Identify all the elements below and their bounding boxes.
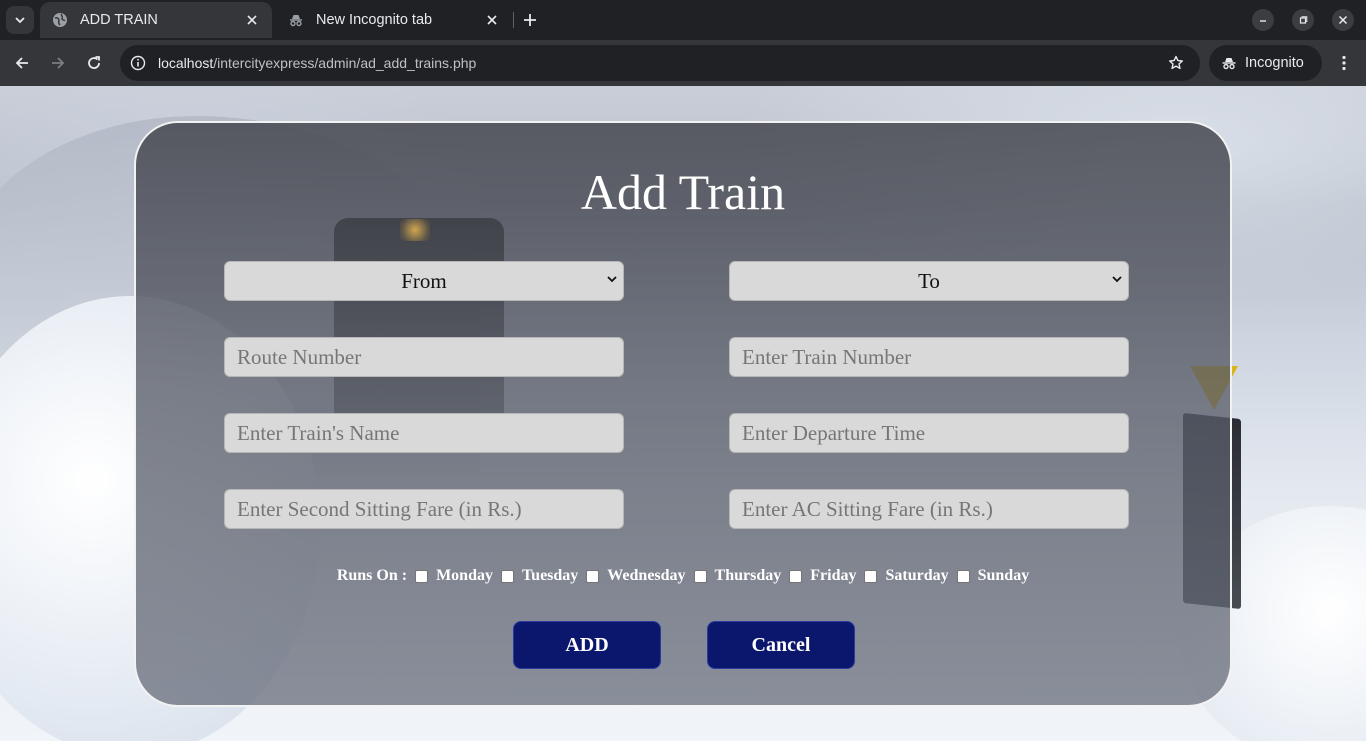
chevron-down-icon: [15, 17, 25, 24]
tab-separator: [513, 12, 514, 28]
browser-toolbar: localhost/intercityexpress/admin/ad_add_…: [0, 40, 1366, 86]
close-window-button[interactable]: [1332, 9, 1354, 31]
url-text: localhost/intercityexpress/admin/ad_add_…: [158, 55, 1158, 71]
second-sitting-fare-input[interactable]: Enter Second Sitting Fare (in Rs.): [224, 489, 624, 529]
to-station-select[interactable]: To: [729, 261, 1129, 301]
new-tab-button[interactable]: [518, 8, 542, 32]
day-option-sunday[interactable]: Sunday: [956, 567, 1030, 585]
profile-label: Incognito: [1245, 55, 1304, 71]
runs-on-group: Runs On : Monday Tuesday Wednesday Thurs…: [136, 567, 1230, 585]
day-label: Tuesday: [521, 567, 579, 584]
tab-title: ADD TRAIN: [80, 12, 158, 28]
tab-title: New Incognito tab: [316, 12, 433, 28]
saturday-checkbox[interactable]: [864, 569, 878, 583]
to-select-value: To: [918, 268, 940, 293]
wednesday-checkbox[interactable]: [586, 569, 600, 583]
incognito-icon: [288, 12, 304, 28]
plus-icon: [524, 14, 536, 26]
close-icon: [1338, 15, 1348, 25]
tab-search-button[interactable]: [6, 6, 34, 34]
day-option-monday[interactable]: Monday: [415, 567, 493, 585]
close-tab-icon[interactable]: [242, 10, 262, 30]
url-host: localhost: [158, 55, 214, 71]
address-bar[interactable]: localhost/intercityexpress/admin/ad_add_…: [120, 45, 1200, 81]
restore-icon: [1299, 16, 1308, 24]
add-train-form: Add Train From To Route Number Enter Tra…: [134, 121, 1232, 707]
chevron-down-icon: [1111, 273, 1123, 285]
from-station-select[interactable]: From: [224, 261, 624, 301]
url-path: /intercityexpress/admin/ad_add_trains.ph…: [213, 55, 477, 71]
incognito-icon: [1221, 55, 1237, 71]
day-option-saturday[interactable]: Saturday: [864, 567, 949, 585]
day-option-friday[interactable]: Friday: [789, 567, 856, 585]
monday-checkbox[interactable]: [415, 569, 429, 583]
forward-button[interactable]: [46, 51, 70, 75]
browser-menu-button[interactable]: [1332, 51, 1356, 75]
back-button[interactable]: [10, 51, 34, 75]
sunday-checkbox[interactable]: [956, 569, 970, 583]
arrow-left-icon: [15, 57, 28, 69]
close-tab-icon[interactable]: [482, 10, 502, 30]
cancel-button[interactable]: Cancel: [707, 621, 855, 669]
departure-time-input[interactable]: Enter Departure Time: [729, 413, 1129, 453]
minimize-icon: [1260, 20, 1266, 22]
thursday-checkbox[interactable]: [693, 569, 707, 583]
day-option-tuesday[interactable]: Tuesday: [500, 567, 579, 585]
train-name-input[interactable]: Enter Train's Name: [224, 413, 624, 453]
tab-strip: ADD TRAIN New Incognito tab: [0, 0, 1366, 40]
day-label: Thursday: [714, 567, 782, 584]
reload-button[interactable]: [82, 51, 106, 75]
friday-checkbox[interactable]: [789, 569, 803, 583]
globe-icon: [52, 12, 68, 28]
day-label: Saturday: [885, 567, 949, 584]
day-label: Monday: [436, 567, 493, 584]
tab-add-train[interactable]: ADD TRAIN: [40, 2, 272, 38]
day-label: Sunday: [977, 567, 1030, 584]
arrow-right-icon: [52, 57, 65, 69]
kebab-menu-icon: [1342, 55, 1346, 71]
background-train-headlight: [400, 219, 430, 241]
minimize-button[interactable]: [1252, 9, 1274, 31]
day-label: Wednesday: [607, 567, 686, 584]
day-option-thursday[interactable]: Thursday: [693, 567, 782, 585]
chevron-down-icon: [606, 273, 618, 285]
page-viewport: Add Train From To Route Number Enter Tra…: [0, 86, 1366, 741]
background-train: [334, 218, 504, 413]
reload-icon: [88, 56, 100, 69]
runs-on-label: Runs On :: [336, 567, 408, 584]
tab-new-incognito[interactable]: New Incognito tab: [276, 2, 512, 38]
bookmark-star-icon[interactable]: [1158, 45, 1194, 81]
day-option-wednesday[interactable]: Wednesday: [586, 567, 686, 585]
route-number-input[interactable]: Route Number: [224, 337, 624, 377]
site-info-icon[interactable]: [120, 45, 156, 81]
tuesday-checkbox[interactable]: [500, 569, 514, 583]
day-label: Friday: [810, 567, 857, 584]
from-select-value: From: [401, 268, 447, 293]
ac-sitting-fare-input[interactable]: Enter AC Sitting Fare (in Rs.): [729, 489, 1129, 529]
page-title: Add Train: [580, 164, 786, 220]
train-number-input[interactable]: Enter Train Number: [729, 337, 1129, 377]
restore-button[interactable]: [1292, 9, 1314, 31]
add-button[interactable]: ADD: [513, 621, 661, 669]
incognito-profile-button[interactable]: Incognito: [1209, 45, 1322, 81]
